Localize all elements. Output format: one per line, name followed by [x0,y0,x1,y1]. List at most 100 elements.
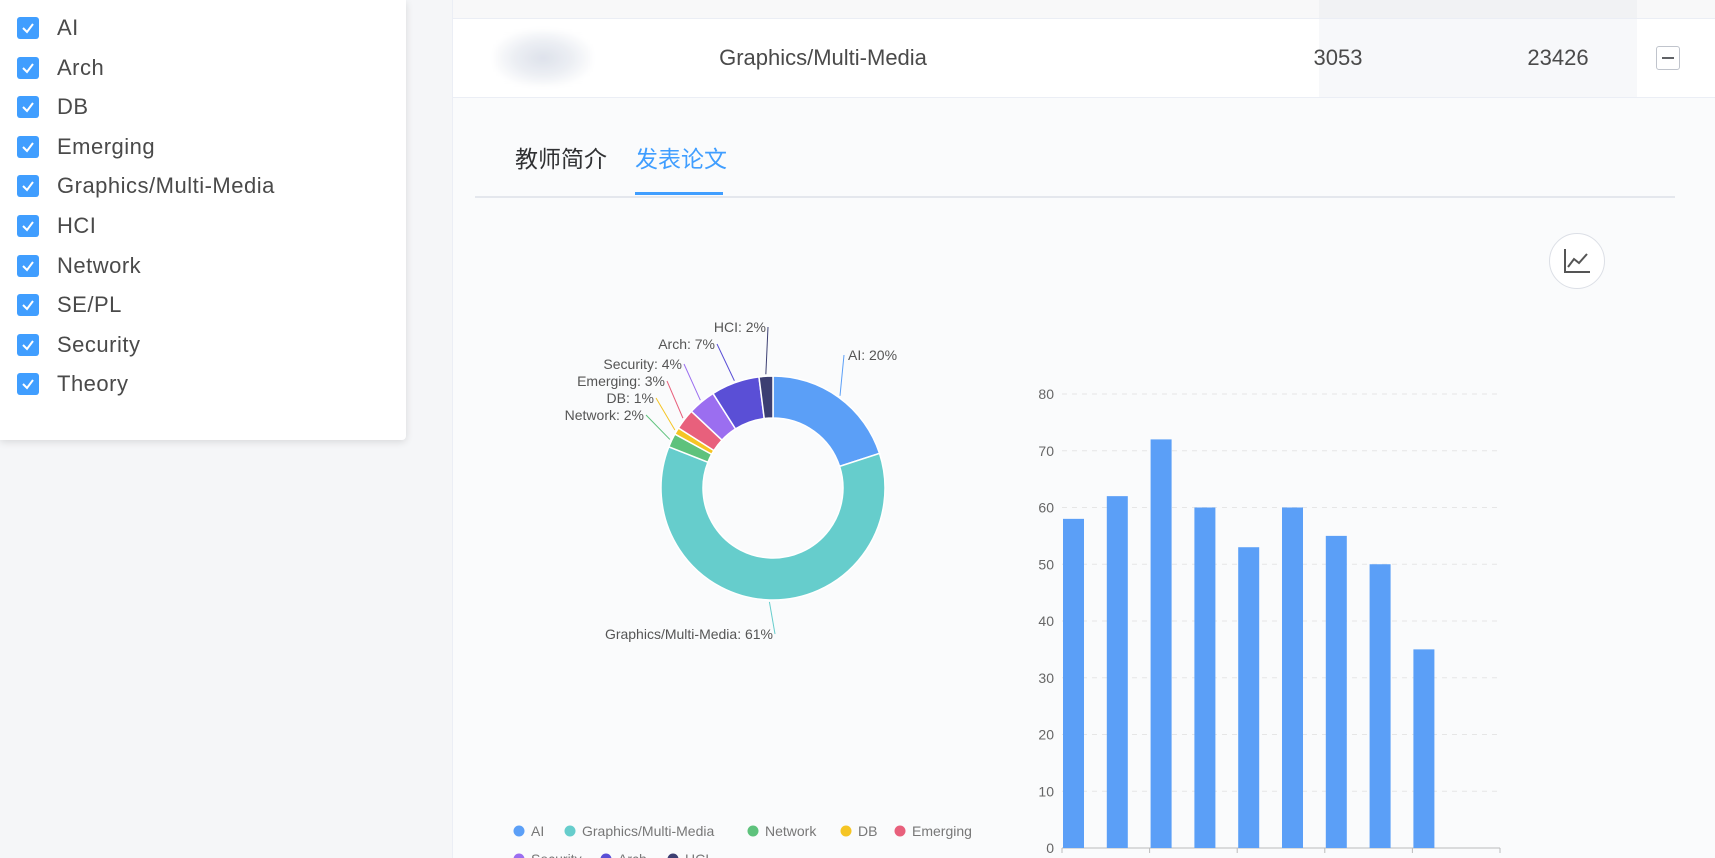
pie-label: Arch: 7% [658,336,715,352]
filter-label: Theory [57,371,129,397]
bar-2012[interactable] [1063,518,1084,848]
bar-2017[interactable] [1282,507,1303,849]
pie-label: DB: 1% [607,390,654,406]
pie-label-line [683,363,701,401]
pie-label-line [655,397,676,431]
filter-item-network[interactable]: Network [17,252,141,280]
collapse-button[interactable] [1656,46,1680,70]
legend-label[interactable]: AI [531,823,544,839]
filter-item-arch[interactable]: Arch [17,54,104,82]
legend-label[interactable]: DB [858,823,877,839]
filter-item-hci[interactable]: HCI [17,212,96,240]
tab-bar: 教师简介 发表论文 [475,128,1675,198]
filter-label: Security [57,331,141,357]
legend-swatch[interactable] [600,853,612,858]
bar-2013[interactable] [1106,496,1128,848]
legend-swatch[interactable] [667,853,679,858]
category-donut-chart: AI: 20% Graphics/Multi-Media: 61% Network:… [513,319,972,858]
check-icon [22,142,34,153]
expanded-detail: 教师简介 发表论文 AI: 20% Graphics/Multi-Media: 6… [453,98,1715,858]
filter-label: SE/PL [57,292,122,318]
active-tab-indicator [635,192,723,195]
checkbox[interactable] [17,373,39,396]
check-icon [22,379,34,390]
tab-teacher-profile[interactable]: 教师简介 [515,140,607,192]
table-header-strip [453,0,1715,19]
legend-label[interactable]: Emerging [912,823,972,839]
legend-swatch[interactable] [564,825,576,837]
legend-label[interactable]: Arch [618,851,647,858]
pie-label-line [716,343,735,381]
tab-publications[interactable]: 发表论文 [635,140,727,192]
pie-label: HCI: 2% [714,319,766,335]
checkbox[interactable] [17,215,39,237]
filter-label: Graphics/Multi-Media [57,173,275,199]
check-icon [22,221,34,232]
checkbox[interactable] [17,254,39,277]
checkbox[interactable] [17,294,39,317]
check-icon [22,62,34,74]
y-tick-label: 60 [1038,500,1054,516]
legend-swatch[interactable] [513,825,525,837]
check-icon [22,300,34,311]
checkbox[interactable] [17,135,39,158]
y-tick-label: 80 [1038,386,1054,402]
legend-label[interactable]: Graphics/Multi-Media [582,823,714,839]
yearly-bar-chart: 0102030405060708020122014201620182020202… [1038,386,1501,856]
pie-label-line [645,414,671,440]
bar-2015[interactable] [1194,507,1216,849]
legend-label[interactable]: Network [765,823,817,839]
y-tick-label: 10 [1038,783,1054,799]
pie-label: Network: 2% [565,407,644,423]
checkbox[interactable] [17,175,39,198]
check-icon [22,23,34,34]
bar-2020[interactable] [1413,649,1435,848]
bar-2019[interactable] [1369,564,1391,848]
checkbox[interactable] [17,96,39,119]
filter-label: DB [57,94,89,120]
y-tick-label: 40 [1038,613,1054,629]
y-tick-label: 0 [1046,840,1054,856]
filter-item-graphics-multi-media[interactable]: Graphics/Multi-Media [17,172,275,200]
filter-label: Arch [57,54,105,80]
bar-2018[interactable] [1325,535,1347,848]
legend-swatch[interactable] [513,853,525,858]
pie-label-line [765,326,769,375]
checkbox[interactable] [17,333,39,356]
filter-label: AI [57,15,79,40]
filter-item-se-pl[interactable]: SE/PL [17,291,122,319]
checkbox[interactable] [17,17,39,39]
y-tick-label: 50 [1038,556,1054,572]
pie-label: Emerging: 3% [577,373,665,389]
check-icon [22,102,34,113]
legend-label[interactable]: HCI [685,851,709,858]
row-value-a: 23426 [1527,45,1589,70]
legend-swatch[interactable] [840,825,852,837]
legend-swatch[interactable] [894,825,906,837]
row-category: Graphics/Multi-Media [719,45,927,70]
pie-label: AI: 20% [848,347,897,363]
filter-item-emerging[interactable]: Emerging [17,133,155,161]
y-tick-label: 70 [1038,443,1054,459]
pie-label-line [839,354,845,396]
check-icon [22,181,34,192]
filter-item-theory[interactable]: Theory [17,370,128,398]
pie-label: Graphics/Multi-Media: 61% [605,626,773,642]
filter-label: HCI [57,213,97,238]
table-row[interactable]: Graphics/Multi-Media 23426 3053 [453,19,1715,98]
legend-swatch[interactable] [747,825,759,837]
legend-label[interactable]: Security [531,851,582,858]
y-tick-label: 20 [1038,727,1054,743]
category-filter-panel: AI Arch DB Emerging Graphics/Multi-Media HCI N… [0,0,406,440]
checkbox[interactable] [17,56,39,79]
pie-slice-graphics-multi-media[interactable] [660,445,886,601]
filter-item-security[interactable]: Security [17,331,140,359]
filter-item-ai[interactable]: AI [17,14,79,42]
bar-2014[interactable] [1150,439,1172,848]
pie-slice-ai[interactable] [772,375,881,468]
main-content: Graphics/Multi-Media 23426 3053 教师简介 发表论… [452,0,1715,858]
minus-icon [1662,57,1674,59]
bar-2016[interactable] [1238,547,1260,848]
filter-item-db[interactable]: DB [17,93,89,121]
pie-label: Security: 4% [603,356,682,372]
